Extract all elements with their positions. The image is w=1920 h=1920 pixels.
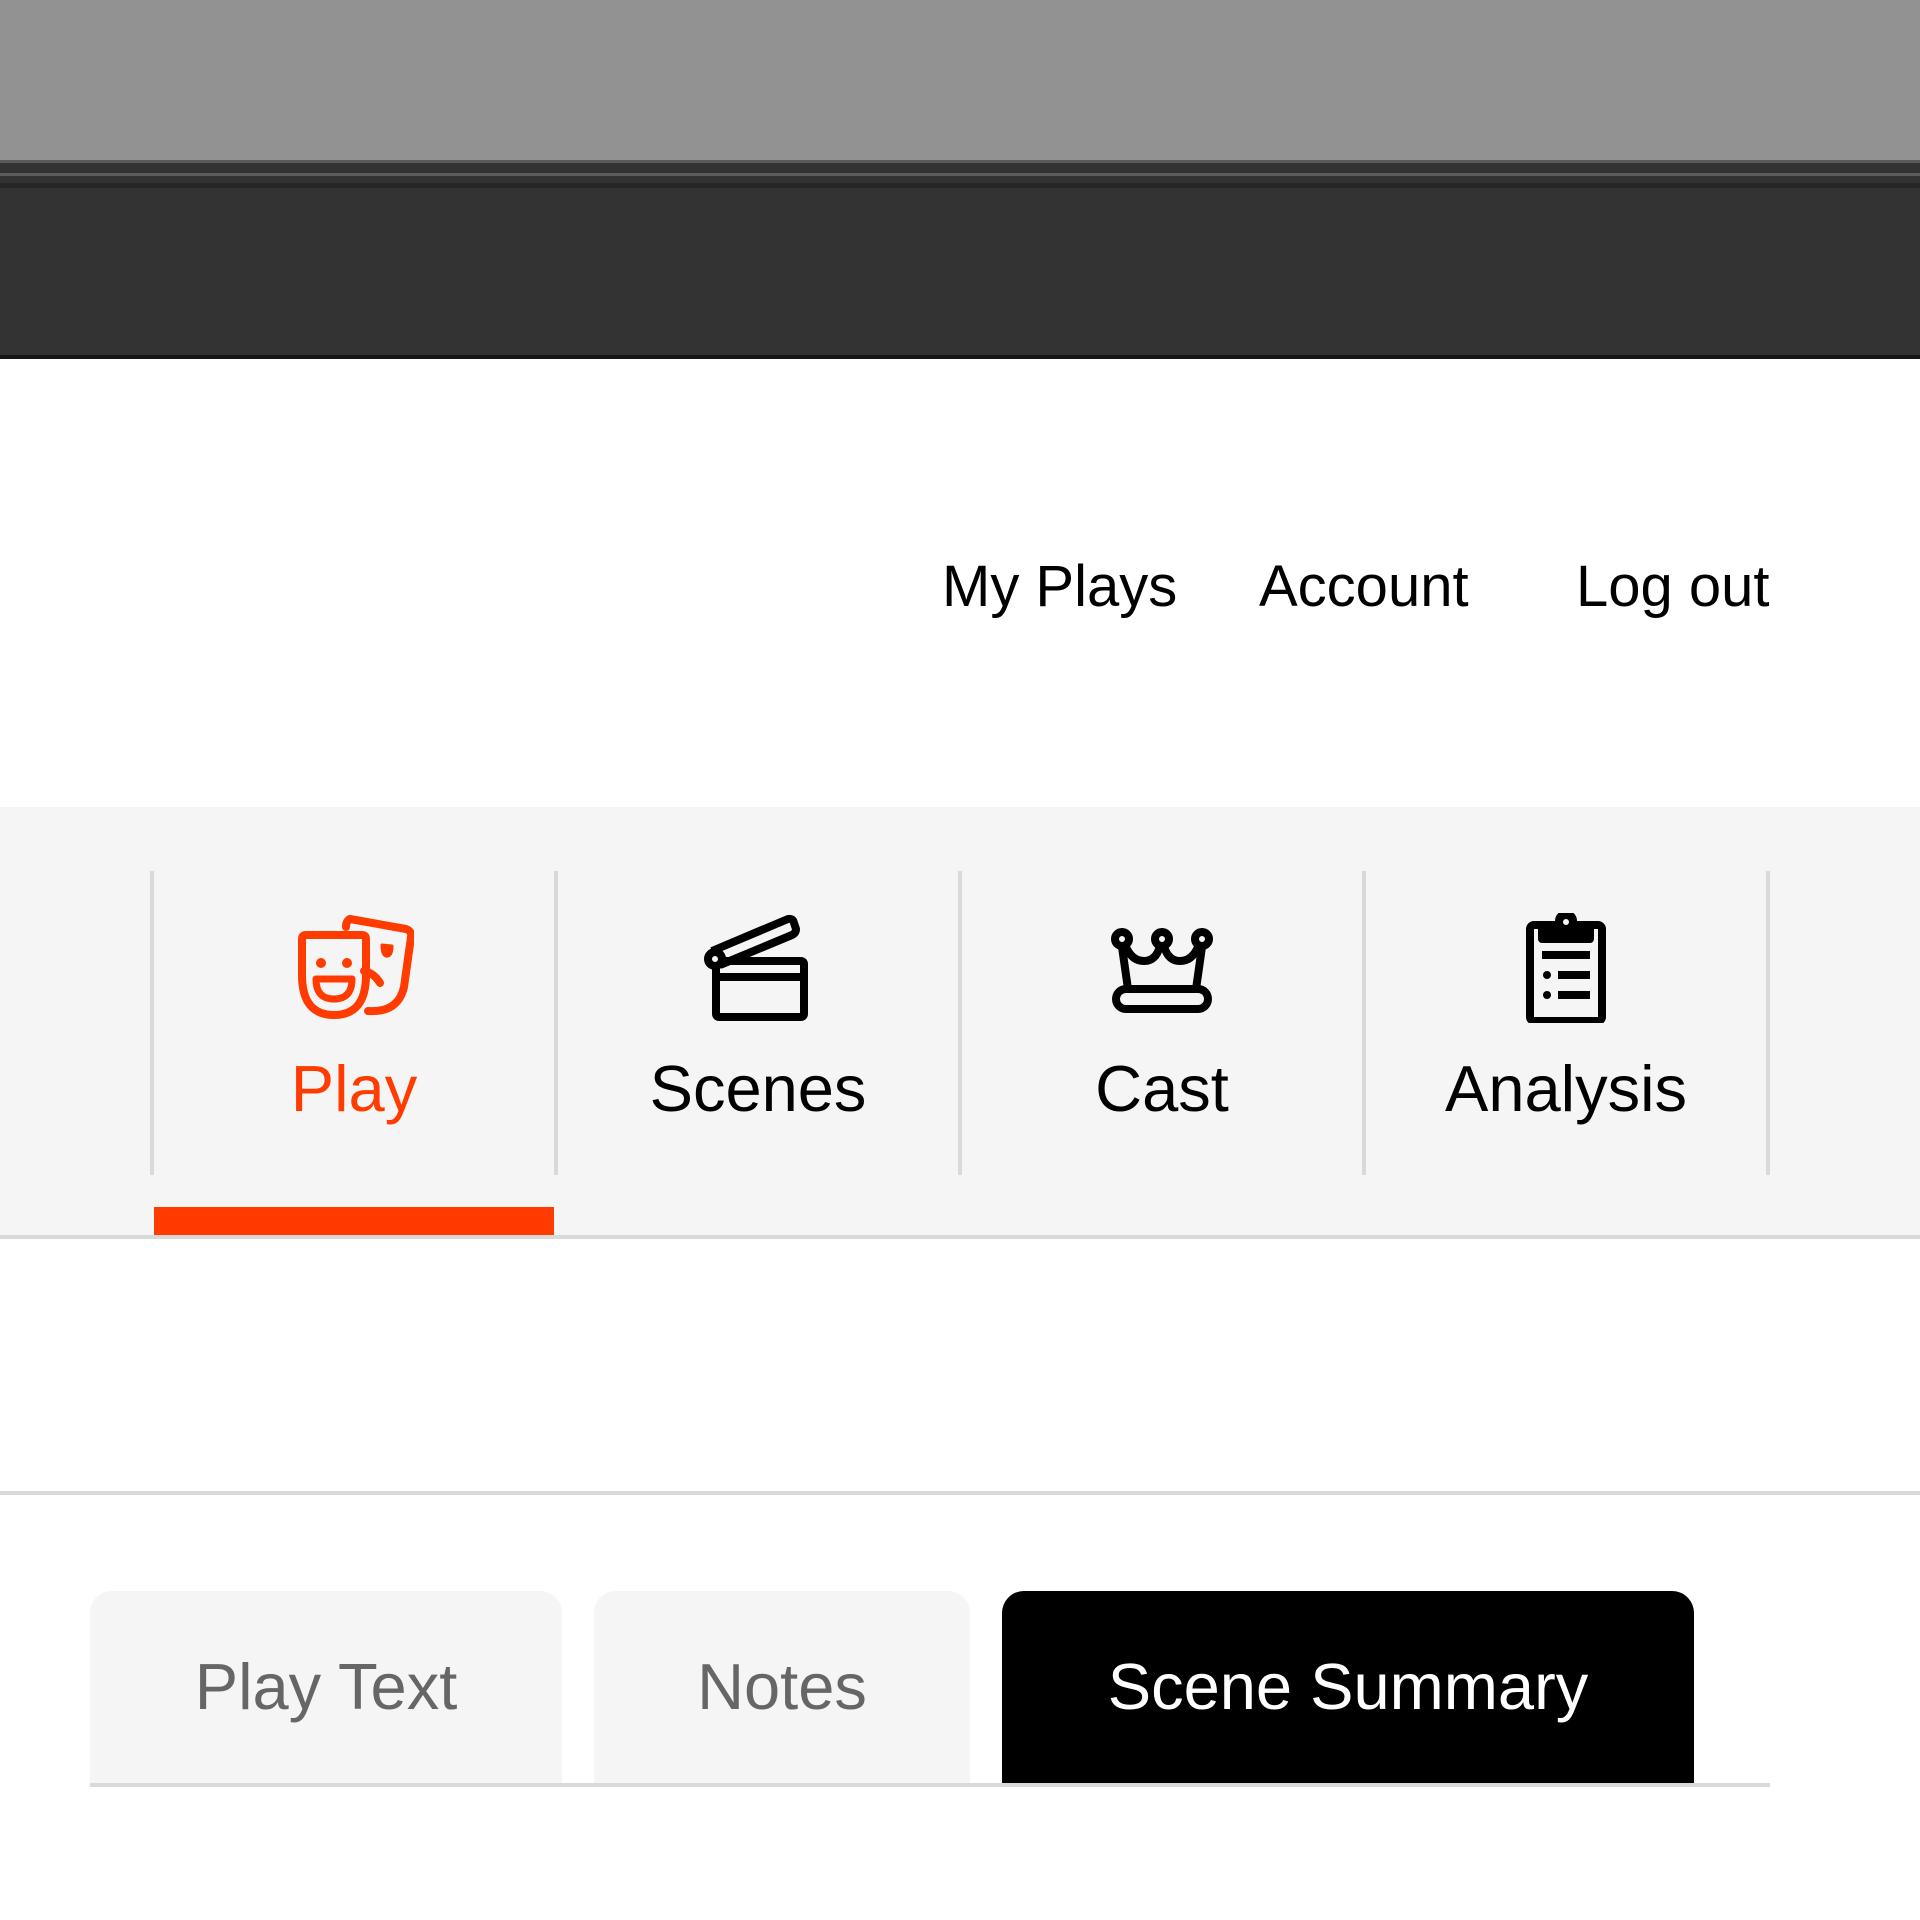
- account-link[interactable]: Account: [1259, 552, 1469, 622]
- subtab-scene-summary[interactable]: Scene Summary: [1002, 1591, 1694, 1783]
- toolbar-shadow-line: [0, 183, 1920, 188]
- toolbar-highlight-line: [0, 173, 1920, 176]
- subtab-underline: [90, 1783, 1770, 1787]
- nav-tab-label: Scenes: [649, 1052, 867, 1125]
- active-tab-indicator: [154, 1207, 554, 1235]
- theater-masks-icon: [294, 913, 416, 1023]
- nav-tab-scenes[interactable]: Scenes: [558, 871, 958, 1175]
- main-nav-bottom-border: [0, 1235, 1920, 1239]
- nav-tab-analysis[interactable]: Analysis: [1366, 871, 1766, 1175]
- section-divider: [0, 1491, 1920, 1495]
- nav-tab-label: Cast: [1095, 1052, 1229, 1125]
- toolbar-bottom-border: [0, 355, 1920, 359]
- clipboard-list-icon: [1506, 910, 1626, 1025]
- browser-chrome-top: [0, 0, 1920, 160]
- crown-icon: [1102, 913, 1222, 1023]
- log-out-link[interactable]: Log out: [1576, 552, 1770, 622]
- subtab-notes[interactable]: Notes: [594, 1591, 970, 1783]
- subtab-play-text[interactable]: Play Text: [90, 1591, 562, 1783]
- nav-divider: [1766, 871, 1770, 1175]
- my-plays-link[interactable]: My Plays: [942, 552, 1177, 622]
- nav-tab-label: Play: [290, 1052, 418, 1125]
- clapperboard-icon: [698, 913, 818, 1023]
- browser-toolbar: [0, 160, 1920, 355]
- nav-tab-label: Analysis: [1444, 1052, 1688, 1125]
- nav-tab-cast[interactable]: Cast: [962, 871, 1362, 1175]
- nav-tab-play[interactable]: Play: [154, 871, 554, 1175]
